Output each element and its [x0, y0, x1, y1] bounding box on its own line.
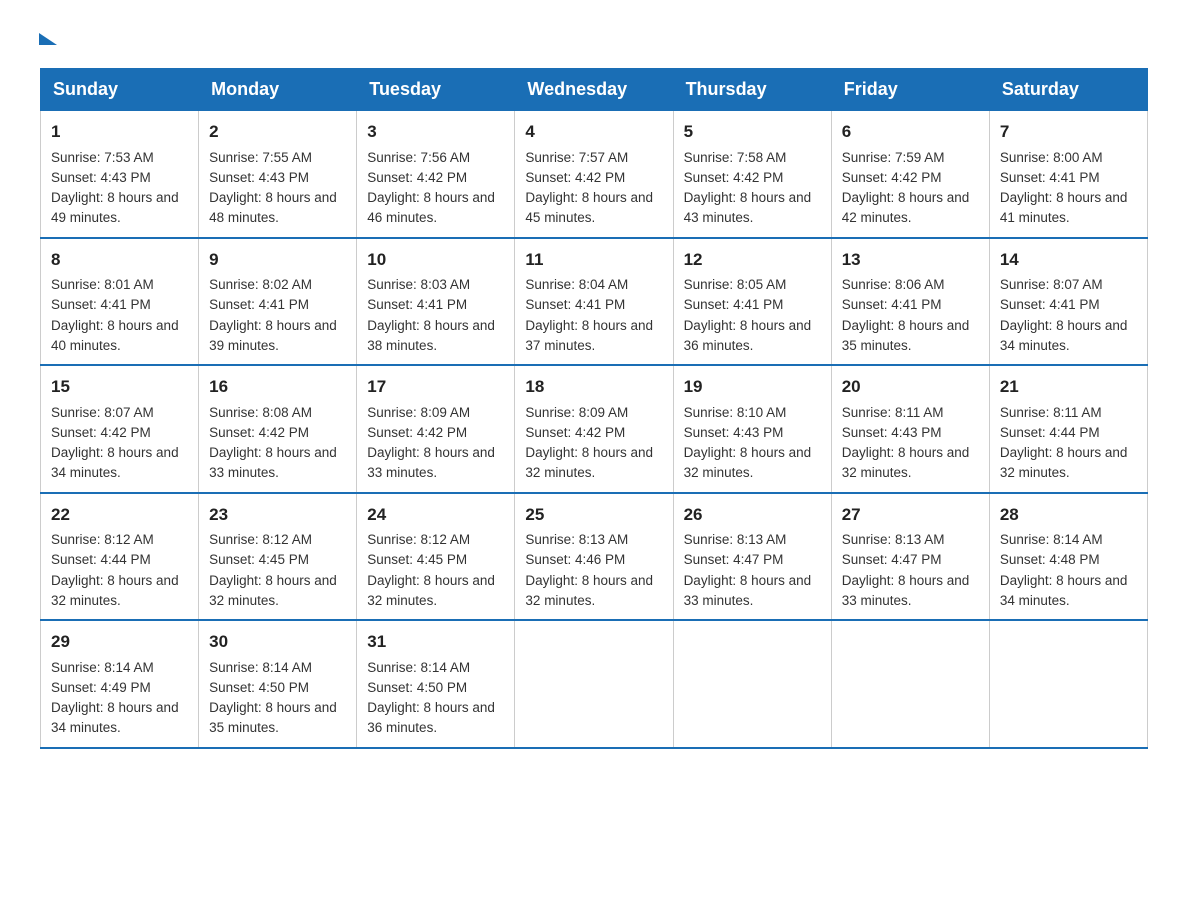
calendar-week-row: 29Sunrise: 8:14 AMSunset: 4:49 PMDayligh…	[41, 620, 1148, 748]
day-number: 18	[525, 374, 662, 400]
day-number: 25	[525, 502, 662, 528]
day-number: 14	[1000, 247, 1137, 273]
day-number: 10	[367, 247, 504, 273]
calendar-cell: 13Sunrise: 8:06 AMSunset: 4:41 PMDayligh…	[831, 238, 989, 366]
calendar-cell: 15Sunrise: 8:07 AMSunset: 4:42 PMDayligh…	[41, 365, 199, 493]
day-number: 2	[209, 119, 346, 145]
logo-triangle-icon	[39, 33, 57, 45]
day-number: 11	[525, 247, 662, 273]
day-number: 23	[209, 502, 346, 528]
calendar-cell: 6Sunrise: 7:59 AMSunset: 4:42 PMDaylight…	[831, 111, 989, 238]
calendar-cell: 17Sunrise: 8:09 AMSunset: 4:42 PMDayligh…	[357, 365, 515, 493]
day-number: 28	[1000, 502, 1137, 528]
col-header-wednesday: Wednesday	[515, 69, 673, 111]
day-number: 19	[684, 374, 821, 400]
col-header-tuesday: Tuesday	[357, 69, 515, 111]
day-number: 12	[684, 247, 821, 273]
day-number: 24	[367, 502, 504, 528]
day-number: 21	[1000, 374, 1137, 400]
logo	[40, 30, 54, 48]
calendar-cell: 5Sunrise: 7:58 AMSunset: 4:42 PMDaylight…	[673, 111, 831, 238]
col-header-sunday: Sunday	[41, 69, 199, 111]
calendar-cell: 25Sunrise: 8:13 AMSunset: 4:46 PMDayligh…	[515, 493, 673, 621]
day-number: 26	[684, 502, 821, 528]
calendar-cell: 10Sunrise: 8:03 AMSunset: 4:41 PMDayligh…	[357, 238, 515, 366]
calendar-header-row: SundayMondayTuesdayWednesdayThursdayFrid…	[41, 69, 1148, 111]
calendar-cell: 23Sunrise: 8:12 AMSunset: 4:45 PMDayligh…	[199, 493, 357, 621]
day-number: 1	[51, 119, 188, 145]
day-number: 7	[1000, 119, 1137, 145]
day-number: 22	[51, 502, 188, 528]
col-header-monday: Monday	[199, 69, 357, 111]
calendar-cell: 22Sunrise: 8:12 AMSunset: 4:44 PMDayligh…	[41, 493, 199, 621]
calendar-week-row: 1Sunrise: 7:53 AMSunset: 4:43 PMDaylight…	[41, 111, 1148, 238]
calendar-cell: 11Sunrise: 8:04 AMSunset: 4:41 PMDayligh…	[515, 238, 673, 366]
day-number: 3	[367, 119, 504, 145]
day-number: 9	[209, 247, 346, 273]
day-number: 20	[842, 374, 979, 400]
calendar-cell: 3Sunrise: 7:56 AMSunset: 4:42 PMDaylight…	[357, 111, 515, 238]
calendar-cell: 4Sunrise: 7:57 AMSunset: 4:42 PMDaylight…	[515, 111, 673, 238]
col-header-saturday: Saturday	[989, 69, 1147, 111]
calendar-cell: 2Sunrise: 7:55 AMSunset: 4:43 PMDaylight…	[199, 111, 357, 238]
calendar-cell: 8Sunrise: 8:01 AMSunset: 4:41 PMDaylight…	[41, 238, 199, 366]
calendar-cell: 1Sunrise: 7:53 AMSunset: 4:43 PMDaylight…	[41, 111, 199, 238]
calendar-cell	[673, 620, 831, 748]
calendar-table: SundayMondayTuesdayWednesdayThursdayFrid…	[40, 68, 1148, 749]
calendar-week-row: 22Sunrise: 8:12 AMSunset: 4:44 PMDayligh…	[41, 493, 1148, 621]
day-number: 6	[842, 119, 979, 145]
calendar-cell: 30Sunrise: 8:14 AMSunset: 4:50 PMDayligh…	[199, 620, 357, 748]
day-number: 17	[367, 374, 504, 400]
col-header-friday: Friday	[831, 69, 989, 111]
calendar-cell	[831, 620, 989, 748]
calendar-cell: 31Sunrise: 8:14 AMSunset: 4:50 PMDayligh…	[357, 620, 515, 748]
calendar-cell: 12Sunrise: 8:05 AMSunset: 4:41 PMDayligh…	[673, 238, 831, 366]
day-number: 29	[51, 629, 188, 655]
calendar-week-row: 8Sunrise: 8:01 AMSunset: 4:41 PMDaylight…	[41, 238, 1148, 366]
calendar-cell	[989, 620, 1147, 748]
page-header	[40, 30, 1148, 48]
calendar-cell: 16Sunrise: 8:08 AMSunset: 4:42 PMDayligh…	[199, 365, 357, 493]
calendar-cell: 28Sunrise: 8:14 AMSunset: 4:48 PMDayligh…	[989, 493, 1147, 621]
day-number: 31	[367, 629, 504, 655]
day-number: 8	[51, 247, 188, 273]
calendar-cell: 9Sunrise: 8:02 AMSunset: 4:41 PMDaylight…	[199, 238, 357, 366]
calendar-cell: 7Sunrise: 8:00 AMSunset: 4:41 PMDaylight…	[989, 111, 1147, 238]
day-number: 5	[684, 119, 821, 145]
day-number: 15	[51, 374, 188, 400]
calendar-week-row: 15Sunrise: 8:07 AMSunset: 4:42 PMDayligh…	[41, 365, 1148, 493]
calendar-cell: 27Sunrise: 8:13 AMSunset: 4:47 PMDayligh…	[831, 493, 989, 621]
col-header-thursday: Thursday	[673, 69, 831, 111]
day-number: 30	[209, 629, 346, 655]
calendar-cell: 20Sunrise: 8:11 AMSunset: 4:43 PMDayligh…	[831, 365, 989, 493]
day-number: 16	[209, 374, 346, 400]
calendar-cell: 21Sunrise: 8:11 AMSunset: 4:44 PMDayligh…	[989, 365, 1147, 493]
calendar-cell: 24Sunrise: 8:12 AMSunset: 4:45 PMDayligh…	[357, 493, 515, 621]
calendar-cell: 26Sunrise: 8:13 AMSunset: 4:47 PMDayligh…	[673, 493, 831, 621]
calendar-cell: 18Sunrise: 8:09 AMSunset: 4:42 PMDayligh…	[515, 365, 673, 493]
calendar-cell	[515, 620, 673, 748]
calendar-cell: 19Sunrise: 8:10 AMSunset: 4:43 PMDayligh…	[673, 365, 831, 493]
calendar-cell: 29Sunrise: 8:14 AMSunset: 4:49 PMDayligh…	[41, 620, 199, 748]
day-number: 27	[842, 502, 979, 528]
day-number: 13	[842, 247, 979, 273]
calendar-cell: 14Sunrise: 8:07 AMSunset: 4:41 PMDayligh…	[989, 238, 1147, 366]
day-number: 4	[525, 119, 662, 145]
